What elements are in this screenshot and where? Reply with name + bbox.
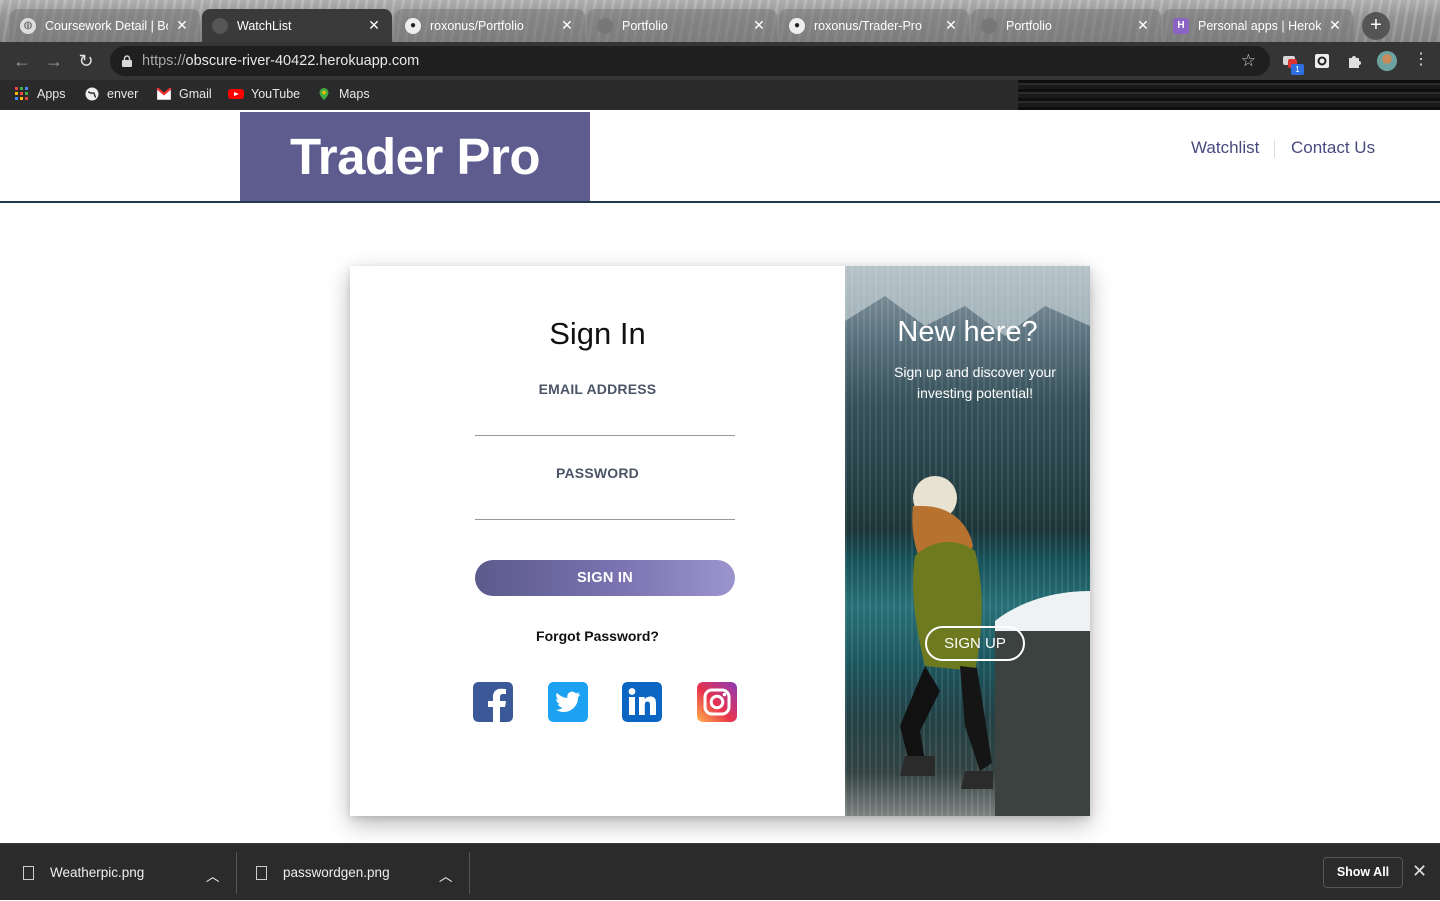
email-field[interactable]: [475, 406, 735, 436]
show-all-button[interactable]: Show All: [1323, 857, 1403, 888]
tab-portfolio-2[interactable]: Portfolio ✕: [971, 9, 1161, 42]
instagram-icon[interactable]: [697, 682, 737, 722]
globe-icon: [85, 87, 99, 101]
linkedin-icon[interactable]: [622, 682, 662, 722]
downloads-bar: Weatherpic.png ︿ passwordgen.png ︿ Show …: [0, 843, 1440, 900]
file-icon: [256, 865, 267, 880]
email-label: EMAIL ADDRESS: [538, 381, 657, 397]
bookmark-enver[interactable]: enver: [84, 87, 138, 101]
browser-toolbar: ← → ↻ https://obscure-river-40422.heroku…: [0, 42, 1440, 80]
sign-up-button[interactable]: SIGN UP: [925, 626, 1025, 661]
bookmark-star-icon[interactable]: ☆: [1241, 51, 1256, 71]
close-icon[interactable]: ✕: [174, 17, 190, 34]
globe-icon: [597, 17, 613, 34]
web-page: Trader Pro Watchlist Contact Us Sign In …: [0, 110, 1440, 843]
bookmark-label: YouTube: [251, 87, 301, 101]
nav-watchlist[interactable]: Watchlist: [1191, 138, 1259, 158]
close-icon[interactable]: ✕: [559, 17, 575, 34]
chevron-up-icon[interactable]: ︿: [206, 865, 220, 885]
new-tab-button[interactable]: +: [1362, 12, 1390, 40]
bookmark-youtube[interactable]: YouTube: [228, 87, 300, 101]
menu-kebab-icon[interactable]: ⋮: [1413, 50, 1429, 70]
bookmark-label: Apps: [37, 87, 66, 101]
reload-icon[interactable]: ↻: [76, 51, 96, 71]
site-logo[interactable]: Trader Pro: [240, 112, 590, 201]
facebook-icon[interactable]: [473, 682, 513, 722]
maps-icon: [319, 88, 329, 100]
close-icon[interactable]: ✕: [751, 17, 767, 34]
site-header: Trader Pro Watchlist Contact Us: [0, 110, 1440, 203]
tab-label: Coursework Detail | Bo: [45, 18, 168, 33]
lock-icon: [122, 55, 132, 67]
bookmark-label: enver: [107, 87, 139, 101]
signin-panel: Sign In EMAIL ADDRESS PASSWORD SIGN IN F…: [350, 266, 845, 816]
chevron-up-icon[interactable]: ︿: [439, 865, 453, 885]
twitter-icon[interactable]: [548, 682, 588, 722]
globe-icon: [981, 17, 997, 34]
tab-label: Portfolio: [622, 18, 668, 33]
tab-roxonus-trader-pro[interactable]: ● roxonus/Trader-Pro ✕: [779, 9, 969, 42]
bookmark-label: Maps: [339, 87, 370, 101]
url-text: https://obscure-river-40422.herokuapp.co…: [142, 53, 419, 69]
back-arrow-icon[interactable]: ←: [12, 51, 32, 71]
tab-portfolio[interactable]: Portfolio ✕: [587, 9, 777, 42]
download-filename: passwordgen.png: [283, 865, 390, 880]
globe-icon: ◍: [20, 17, 36, 34]
download-divider: [236, 852, 237, 894]
promo-subtitle: Sign up and discover your investing pote…: [894, 364, 1056, 401]
url-host: obscure-river-40422.herokuapp.com: [185, 53, 420, 69]
close-icon[interactable]: ✕: [1135, 17, 1151, 34]
password-label: PASSWORD: [555, 465, 639, 481]
nav-divider: [1274, 140, 1275, 158]
heroku-icon: H: [1173, 17, 1189, 34]
download-item-passwordgen[interactable]: passwordgen.png: [256, 844, 390, 901]
download-item-weatherpic[interactable]: Weatherpic.png: [23, 844, 144, 901]
tab-label: Portfolio: [1006, 18, 1052, 33]
close-icon[interactable]: ✕: [1327, 17, 1343, 34]
tab-label: roxonus/Portfolio: [430, 18, 524, 33]
tab-watchlist[interactable]: WatchList ✕: [202, 9, 392, 42]
bookmark-gmail[interactable]: Gmail: [156, 87, 212, 101]
forward-arrow-icon[interactable]: →: [44, 51, 64, 71]
file-icon: [23, 865, 34, 880]
bookmark-apps[interactable]: Apps: [14, 87, 66, 101]
close-icon[interactable]: ✕: [366, 17, 382, 34]
tab-label: Personal apps | Herok: [1198, 18, 1321, 33]
password-field[interactable]: [475, 490, 735, 520]
download-divider: [469, 852, 470, 894]
bookmarks-bar: [0, 80, 1440, 110]
apps-grid-icon: [15, 87, 28, 100]
forgot-password-link[interactable]: Forgot Password?: [350, 628, 845, 644]
extension-badge: 1: [1291, 64, 1304, 75]
bookmark-maps[interactable]: Maps: [316, 87, 370, 101]
signin-title: Sign In: [549, 316, 646, 351]
address-bar[interactable]: https://obscure-river-40422.herokuapp.co…: [110, 46, 1270, 76]
tab-label: roxonus/Trader-Pro: [814, 18, 922, 33]
close-icon[interactable]: ✕: [943, 17, 959, 34]
bookmark-label: Gmail: [179, 87, 212, 101]
globe-icon: [212, 17, 228, 34]
promo-title: New here?: [897, 316, 1038, 348]
close-icon[interactable]: ✕: [1412, 861, 1427, 882]
download-filename: Weatherpic.png: [50, 865, 145, 880]
tab-coursework[interactable]: ◍ Coursework Detail | Bo ✕: [10, 9, 200, 42]
github-icon: ●: [789, 17, 805, 34]
sign-in-button[interactable]: SIGN IN: [475, 560, 735, 596]
tab-label: WatchList: [237, 18, 292, 33]
youtube-icon: [228, 89, 244, 99]
screenshot-extension-icon[interactable]: [1314, 53, 1330, 69]
signup-promo-panel: New here? Sign up and discover your inve…: [845, 266, 1090, 816]
profile-avatar[interactable]: [1377, 51, 1397, 71]
url-scheme: https://: [142, 53, 186, 69]
auth-card: Sign In EMAIL ADDRESS PASSWORD SIGN IN F…: [350, 266, 1090, 816]
nav-contact-us[interactable]: Contact Us: [1291, 138, 1375, 158]
github-icon: ●: [405, 17, 421, 34]
gmail-icon: [156, 87, 172, 100]
puzzle-extensions-icon[interactable]: [1346, 53, 1362, 69]
tab-heroku[interactable]: H Personal apps | Herok ✕: [1163, 9, 1353, 42]
tab-roxonus-portfolio[interactable]: ● roxonus/Portfolio ✕: [395, 9, 585, 42]
